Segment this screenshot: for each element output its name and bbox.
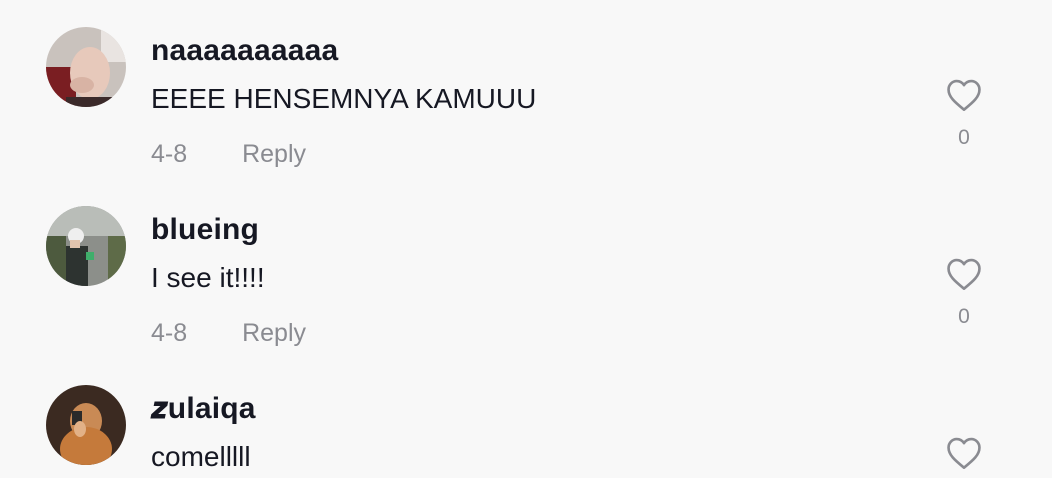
avatar[interactable] — [46, 385, 126, 465]
comment-text: EEEE HENSEMNYA KAMUUU — [151, 83, 537, 114]
heart-outline-icon — [940, 257, 988, 291]
comment-meta: 4-8 Reply — [151, 140, 306, 169]
avatar[interactable] — [46, 206, 126, 286]
like-count: 0 — [958, 305, 970, 328]
comment-item: blueing I see it!!!! 4-8 Reply 0 — [0, 179, 1052, 359]
like-count: 0 — [958, 126, 970, 149]
comment-item: 𝒛ulaiqa comelllll — [0, 358, 1052, 478]
comment-date: 4-8 — [151, 319, 188, 347]
avatar[interactable] — [46, 27, 126, 107]
comment-date: 4-8 — [151, 140, 188, 168]
comment-item: naaaaaaaaaa EEEE HENSEMNYA KAMUUU 4-8 Re… — [0, 0, 1052, 180]
heart-outline-icon — [940, 436, 988, 470]
like-button[interactable]: 0 — [940, 78, 988, 150]
reply-button[interactable]: Reply — [242, 140, 306, 169]
comment-text: comelllll — [151, 441, 251, 472]
like-button[interactable] — [940, 436, 988, 470]
comment-username[interactable]: blueing — [151, 213, 259, 247]
comment-meta: 4-8 Reply — [151, 319, 306, 348]
comment-username[interactable]: 𝒛ulaiqa — [151, 392, 256, 426]
reply-button[interactable]: Reply — [242, 319, 306, 348]
heart-outline-icon — [940, 78, 988, 112]
like-button[interactable]: 0 — [940, 257, 988, 329]
comment-username[interactable]: naaaaaaaaaa — [151, 34, 338, 68]
comment-text: I see it!!!! — [151, 262, 265, 293]
